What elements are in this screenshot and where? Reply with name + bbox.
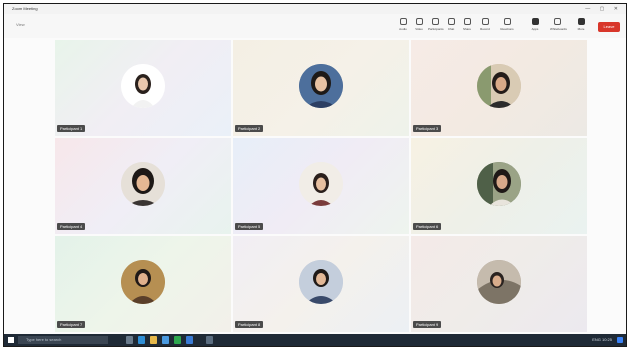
toolbar-reactions-label: Reactions <box>500 27 514 31</box>
title-bar: Zoom Meeting — ▢ ✕ <box>4 4 626 14</box>
video-tile[interactable]: Participant 1 <box>55 40 231 136</box>
toolbar-record-label: Record <box>480 27 490 31</box>
toolbar-more-button[interactable]: More <box>574 18 588 34</box>
record-icon <box>481 18 489 25</box>
app-icon[interactable] <box>174 336 181 344</box>
edge-browser-icon[interactable] <box>138 336 145 344</box>
toolbar-audio-label: Audio <box>399 27 407 31</box>
video-tile[interactable]: Participant 6 <box>411 138 587 234</box>
toolbar-audio-button[interactable]: Audio <box>396 18 410 34</box>
app-icon[interactable] <box>206 336 213 344</box>
avatar <box>121 64 165 108</box>
participant-name: Participant 9 <box>413 321 442 328</box>
participant-name: Participant 6 <box>413 223 442 230</box>
participant-name: Participant 2 <box>235 125 264 132</box>
zoom-icon[interactable] <box>186 336 193 344</box>
meeting-window: Zoom Meeting — ▢ ✕ View Audio Video Part… <box>3 3 627 347</box>
avatar <box>477 162 521 206</box>
system-tray[interactable]: ENG 10:25 <box>592 334 612 346</box>
video-tile[interactable]: Participant 5 <box>233 138 409 234</box>
toolbar-chat-button[interactable]: Chat <box>444 18 458 34</box>
toolbar-video-button[interactable]: Video <box>412 18 426 34</box>
file-explorer-icon[interactable] <box>150 336 157 344</box>
toolbar-video-label: Video <box>415 27 423 31</box>
people-icon <box>431 18 439 25</box>
share-icon <box>463 18 471 25</box>
avatar <box>121 162 165 206</box>
participant-name: Participant 3 <box>413 125 442 132</box>
meeting-toolbar: View Audio Video Participants Chat Share… <box>4 14 626 38</box>
avatar <box>121 260 165 304</box>
window-controls[interactable]: — ▢ ✕ <box>585 4 622 14</box>
gallery-view: Participant 1 Participant 2 Participant … <box>4 38 626 334</box>
toolbar-apps-button[interactable]: Apps <box>528 18 542 34</box>
whiteboard-icon <box>553 18 561 25</box>
toolbar-reactions-button[interactable]: Reactions <box>500 18 514 34</box>
windows-start-icon[interactable] <box>8 337 14 343</box>
avatar <box>299 260 343 304</box>
view-menu[interactable]: View <box>16 22 25 27</box>
toolbar-share-label: Share <box>462 27 471 31</box>
leave-button[interactable]: Leave <box>598 22 620 32</box>
mail-icon[interactable] <box>162 336 169 344</box>
toolbar-chat-label: Chat <box>447 27 455 31</box>
toolbar-apps-label: Apps <box>531 27 539 31</box>
participant-name: Participant 1 <box>57 125 86 132</box>
toolbar-whiteboards-button[interactable]: Whiteboards <box>550 18 567 34</box>
participant-name: Participant 5 <box>235 223 264 230</box>
avatar <box>477 260 521 304</box>
toolbar-whiteboards-label: Whiteboards <box>550 27 567 31</box>
video-tile[interactable]: Participant 7 <box>55 236 231 332</box>
video-tile[interactable]: Participant 2 <box>233 40 409 136</box>
video-tile[interactable]: Participant 8 <box>233 236 409 332</box>
toolbar-share-button[interactable]: Share <box>460 18 474 34</box>
video-tile[interactable]: Participant 9 <box>411 236 587 332</box>
toolbar-record-button[interactable]: Record <box>478 18 492 34</box>
more-icon <box>577 18 585 25</box>
toolbar-participants-label: Participants <box>428 27 444 31</box>
avatar <box>477 64 521 108</box>
taskbar-search-input[interactable]: Type here to search <box>18 336 108 344</box>
toolbar-more-label: More <box>577 27 585 31</box>
window-title: Zoom Meeting <box>12 6 38 11</box>
participant-name: Participant 8 <box>235 321 264 328</box>
avatar <box>299 64 343 108</box>
reaction-icon <box>503 18 511 25</box>
participant-name: Participant 7 <box>57 321 86 328</box>
notification-icon[interactable] <box>617 337 623 343</box>
video-tile[interactable]: Participant 4 <box>55 138 231 234</box>
video-tile[interactable]: Participant 3 <box>411 40 587 136</box>
windows-taskbar: Type here to search ENG 10:25 <box>4 334 626 346</box>
participant-name: Participant 4 <box>57 223 86 230</box>
avatar <box>299 162 343 206</box>
task-view-icon[interactable] <box>126 336 133 344</box>
apps-icon <box>531 18 539 25</box>
microphone-icon <box>399 18 407 25</box>
chat-icon <box>447 18 455 25</box>
camera-icon <box>415 18 423 25</box>
toolbar-participants-button[interactable]: Participants <box>428 18 444 34</box>
